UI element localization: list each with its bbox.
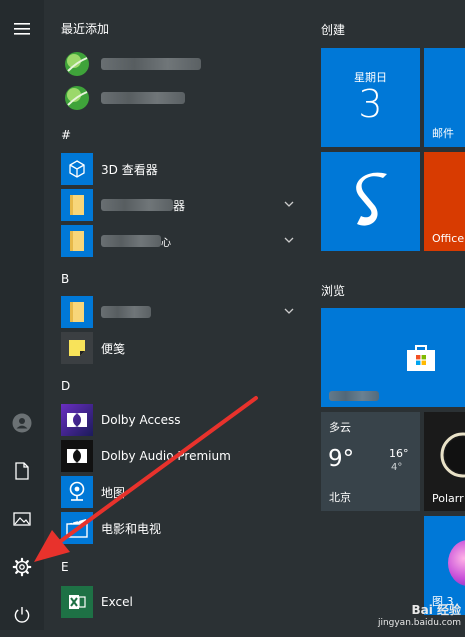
annotation-arrow-icon [34,396,258,562]
watermark-url: jingyan.baidu.com [377,618,461,628]
watermark-logo-text: Bai 经验 [411,603,461,617]
watermark: Bai 经验 jingyan.baidu.com [378,601,461,628]
